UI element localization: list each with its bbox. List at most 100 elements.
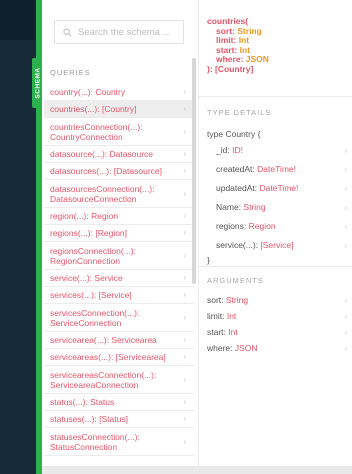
chevron-right-icon: › <box>183 335 186 344</box>
chevron-right-icon: › <box>344 240 347 250</box>
query-item-text: country(...): Country <box>50 87 125 97</box>
chevron-right-icon: › <box>344 311 347 321</box>
query-item-text: service(...): Service <box>50 273 123 283</box>
query-item[interactable]: service(...): Service › <box>44 270 194 287</box>
type-field[interactable]: updatedAt: DateTime! › <box>207 181 347 195</box>
close-brace: } <box>207 255 210 265</box>
type-field-text: createdAt: DateTime! <box>207 164 296 174</box>
type-field-text: updatedAt: DateTime! <box>207 183 298 193</box>
query-return-type: CountryConnection <box>50 131 123 142</box>
query-item[interactable]: servicesConnection(...): ServiceConnecti… <box>44 304 194 332</box>
chevron-right-icon: › <box>344 295 347 305</box>
signature-arg-type: JSON <box>245 54 269 64</box>
argument-type: String <box>225 295 249 305</box>
query-item[interactable]: regionsConnection(...): RegionConnection… <box>44 242 194 270</box>
chevron-right-icon: › <box>344 183 347 193</box>
query-item[interactable]: serviceareas(...): [Servicearea] › <box>44 349 194 366</box>
query-name: countriesConnection(...) <box>50 121 141 132</box>
type-field[interactable]: _id: ID! › <box>207 143 347 157</box>
query-item[interactable]: country(...): Country › <box>44 84 194 101</box>
type-name: Country <box>225 129 256 139</box>
type-field-name: updatedAt <box>216 183 255 193</box>
query-item[interactable]: region(...): Region › <box>44 208 194 225</box>
type-field[interactable]: Name: String › <box>207 200 347 214</box>
query-return-type: ServiceareaConnection <box>50 379 139 390</box>
signature-arg-type: Int <box>239 44 251 55</box>
type-detail-panel: countries(sort: String limit: Int start: I… <box>198 0 352 474</box>
chevron-right-icon: › <box>183 290 186 299</box>
search-input[interactable]: Search the schema ... <box>54 20 184 44</box>
type-field[interactable]: service(...): [Service] › <box>207 238 347 252</box>
query-item[interactable]: statusesConnection(...): StatusConnectio… <box>44 428 194 456</box>
argument-type: Int <box>226 311 237 321</box>
query-return-type: Datasource <box>109 149 154 159</box>
type-field-type: String <box>243 202 266 212</box>
query-item-text: countries(...): [Country] <box>50 104 136 114</box>
query-item[interactable]: datasourcesConnection(...): DatasourceCo… <box>44 180 194 208</box>
query-item[interactable]: regions(...): [Region] › <box>44 225 194 242</box>
chevron-right-icon: › <box>183 87 186 96</box>
query-item-text: regionsConnection(...): RegionConnection <box>50 246 136 266</box>
query-return-type: Region <box>91 211 119 221</box>
query-name: services(...) <box>50 290 94 300</box>
argument-item[interactable]: limit: Int › <box>207 309 347 323</box>
query-item[interactable]: services(...): [Service] › <box>44 287 194 304</box>
query-item-text: countriesConnection(...): CountryConnect… <box>50 122 143 142</box>
query-item[interactable]: countries(...): [Country] › <box>44 101 194 118</box>
query-item-text: statusesConnection(...): StatusConnectio… <box>50 432 140 452</box>
signature-arg-name: sort <box>216 25 233 36</box>
query-return-type: [Country] <box>101 104 137 114</box>
chevron-right-icon: › <box>183 374 186 384</box>
search-placeholder: Search the schema ... <box>78 26 171 38</box>
schema-explorer-panel: Search the schema ... QUERIES country(..… <box>42 0 198 474</box>
argument-text: sort: String <box>207 295 248 305</box>
chevron-right-icon: › <box>183 414 186 423</box>
query-item[interactable]: datasources(...): [Datasource] › <box>44 163 194 180</box>
scrollbar[interactable] <box>192 58 196 284</box>
chevron-right-icon: › <box>183 436 186 446</box>
query-return-type: [Region] <box>95 228 128 238</box>
chevron-right-icon: › <box>183 166 186 175</box>
argument-text: where: JSON <box>207 343 258 353</box>
type-keyword: type <box>207 129 224 139</box>
query-item[interactable]: status(...): Status › <box>44 394 194 411</box>
query-item-text: datasources(...): [Datasource] <box>50 166 162 176</box>
query-name: status(...) <box>50 397 86 407</box>
type-field-type: DateTime! <box>259 183 299 193</box>
query-item-text: serviceareasConnection(...): Servicearea… <box>50 370 156 390</box>
chevron-right-icon: › <box>183 188 186 198</box>
type-field-type: [Service] <box>260 240 294 250</box>
argument-item[interactable]: where: JSON › <box>207 341 347 355</box>
query-item[interactable]: datasource(...): Datasource › <box>44 146 194 163</box>
signature-arg-name: where <box>216 54 241 64</box>
divider <box>199 266 352 267</box>
type-field[interactable]: regions: Region › <box>207 219 347 233</box>
argument-item[interactable]: sort: String › <box>207 293 347 307</box>
type-field-text: regions: Region <box>207 221 276 231</box>
search-icon <box>63 27 72 36</box>
query-item-text: servicearea(...): Servicearea <box>50 335 157 345</box>
query-item[interactable]: serviceareasConnection(...): Servicearea… <box>44 366 194 394</box>
chevron-right-icon: › <box>183 352 186 361</box>
bottom-scrollbar[interactable] <box>42 466 352 474</box>
chevron-right-icon: › <box>183 273 186 282</box>
schema-tab-label: SCHEMA <box>34 67 41 99</box>
query-item-text: datasource(...): Datasource <box>50 149 153 159</box>
chevron-right-icon: › <box>183 211 186 220</box>
query-colon: : <box>136 307 140 318</box>
argument-item[interactable]: start: Int › <box>207 325 347 339</box>
signature-arg-name: start <box>216 44 235 55</box>
argument-name: sort <box>207 295 222 305</box>
signature-arg-type: Int <box>238 35 250 45</box>
type-field-text: _id: ID! <box>207 145 243 155</box>
query-return-type: Status <box>90 397 115 407</box>
chevron-right-icon: › <box>344 164 347 174</box>
query-item[interactable]: statuses(...): [Status] › <box>44 411 194 428</box>
query-item[interactable]: countriesConnection(...): CountryConnect… <box>44 118 194 146</box>
query-name: servicesConnection(...) <box>50 307 137 318</box>
query-item[interactable]: servicearea(...): Servicearea › <box>44 332 194 349</box>
argument-name: where <box>207 343 231 353</box>
type-field-type: ID! <box>232 145 243 155</box>
query-colon: : <box>140 121 143 132</box>
type-field[interactable]: createdAt: DateTime! › <box>207 162 347 176</box>
